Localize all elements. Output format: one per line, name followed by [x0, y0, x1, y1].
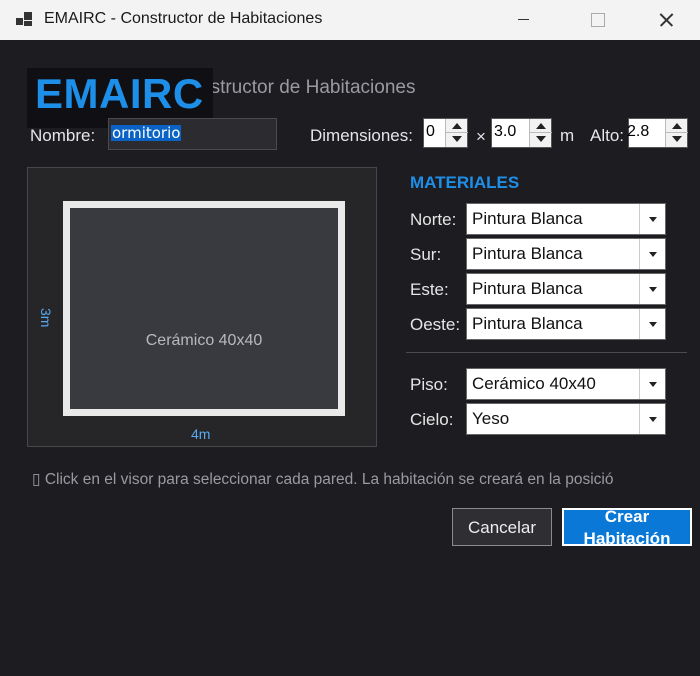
app-icon [16, 12, 34, 28]
maximize-button[interactable] [574, 0, 620, 40]
height-label: Alto: [590, 126, 625, 145]
height-stepper[interactable]: 2.8 [627, 118, 688, 148]
cancel-button[interactable]: Cancelar [452, 508, 552, 546]
window-titlebar: EMAIRC - Constructor de Habitaciones [0, 0, 700, 40]
wall-east-value: Pintura Blanca [472, 279, 583, 298]
wall-north-value: Pintura Blanca [472, 209, 583, 228]
width-value: 0 [426, 123, 435, 140]
hint-text: ▯ Click en el visor para seleccionar cad… [32, 471, 614, 488]
wall-west[interactable] [63, 201, 70, 416]
chevron-down-icon[interactable] [639, 309, 665, 339]
depth-value: 3.0 [494, 123, 517, 140]
width-down-icon[interactable] [452, 136, 462, 142]
chevron-down-icon[interactable] [639, 369, 665, 399]
ceiling-value: Yeso [472, 409, 510, 428]
width-dimension-label: 4m [191, 426, 211, 442]
window-title: EMAIRC - Constructor de Habitaciones [44, 10, 323, 27]
room-floor[interactable]: Cerámico 40x40 [63, 201, 345, 416]
wall-north[interactable] [63, 201, 345, 208]
chevron-down-icon[interactable] [639, 239, 665, 269]
materials-divider [406, 352, 687, 353]
wall-west-value: Pintura Blanca [472, 314, 583, 333]
depth-up-icon[interactable] [536, 123, 546, 129]
height-value: 2.8 [627, 123, 650, 140]
depth-dimension-label: 3m [38, 308, 54, 328]
name-input[interactable]: ormitorio [108, 118, 277, 150]
wall-west-label: Oeste: [410, 315, 461, 334]
wall-west-select[interactable]: Pintura Blanca [466, 308, 666, 340]
depth-stepper[interactable]: 3.0 [491, 118, 552, 148]
height-up-icon[interactable] [672, 123, 682, 129]
height-down-icon[interactable] [672, 136, 682, 142]
width-stepper[interactable]: 0 [423, 118, 468, 148]
ceiling-label: Cielo: [410, 410, 454, 429]
close-button[interactable] [642, 0, 688, 40]
wall-south-value: Pintura Blanca [472, 244, 583, 263]
floor-material-label: Cerámico 40x40 [145, 332, 263, 349]
floor-value: Cerámico 40x40 [472, 374, 596, 393]
dimensions-label: Dimensiones: [310, 126, 413, 145]
wall-north-select[interactable]: Pintura Blanca [466, 203, 666, 235]
create-button-line2: Habitación [583, 529, 671, 546]
depth-down-icon[interactable] [536, 136, 546, 142]
minimize-button[interactable] [500, 0, 546, 40]
create-button-line1: Crear [604, 508, 650, 526]
room-viewer[interactable]: Cerámico 40x40 4m 3m [27, 167, 377, 447]
times-symbol: × [476, 127, 486, 146]
materials-title: MATERIALES [410, 173, 520, 192]
width-up-icon[interactable] [452, 123, 462, 129]
wall-south-select[interactable]: Pintura Blanca [466, 238, 666, 270]
name-input-value: ormitorio [111, 125, 182, 141]
floor-label: Piso: [410, 375, 448, 394]
floor-select[interactable]: Cerámico 40x40 [466, 368, 666, 400]
unit-label: m [560, 126, 575, 145]
wall-north-label: Norte: [410, 210, 457, 229]
create-room-button[interactable]: Crear Habitación [562, 508, 692, 546]
logo: EMAIRC [35, 70, 204, 117]
cancel-button-label: Cancelar [467, 518, 537, 537]
wall-east[interactable] [338, 201, 345, 416]
ceiling-select[interactable]: Yeso [466, 403, 666, 435]
create-button-label: Crear Habitación [564, 508, 690, 546]
chevron-down-icon[interactable] [639, 404, 665, 434]
wall-east-label: Este: [410, 280, 449, 299]
name-label: Nombre: [30, 126, 96, 145]
wall-south[interactable] [63, 409, 345, 416]
header-subtitle: nstructor de Habitaciones [200, 77, 416, 98]
wall-south-label: Sur: [410, 245, 442, 264]
chevron-down-icon[interactable] [639, 204, 665, 234]
chevron-down-icon[interactable] [639, 274, 665, 304]
wall-east-select[interactable]: Pintura Blanca [466, 273, 666, 305]
